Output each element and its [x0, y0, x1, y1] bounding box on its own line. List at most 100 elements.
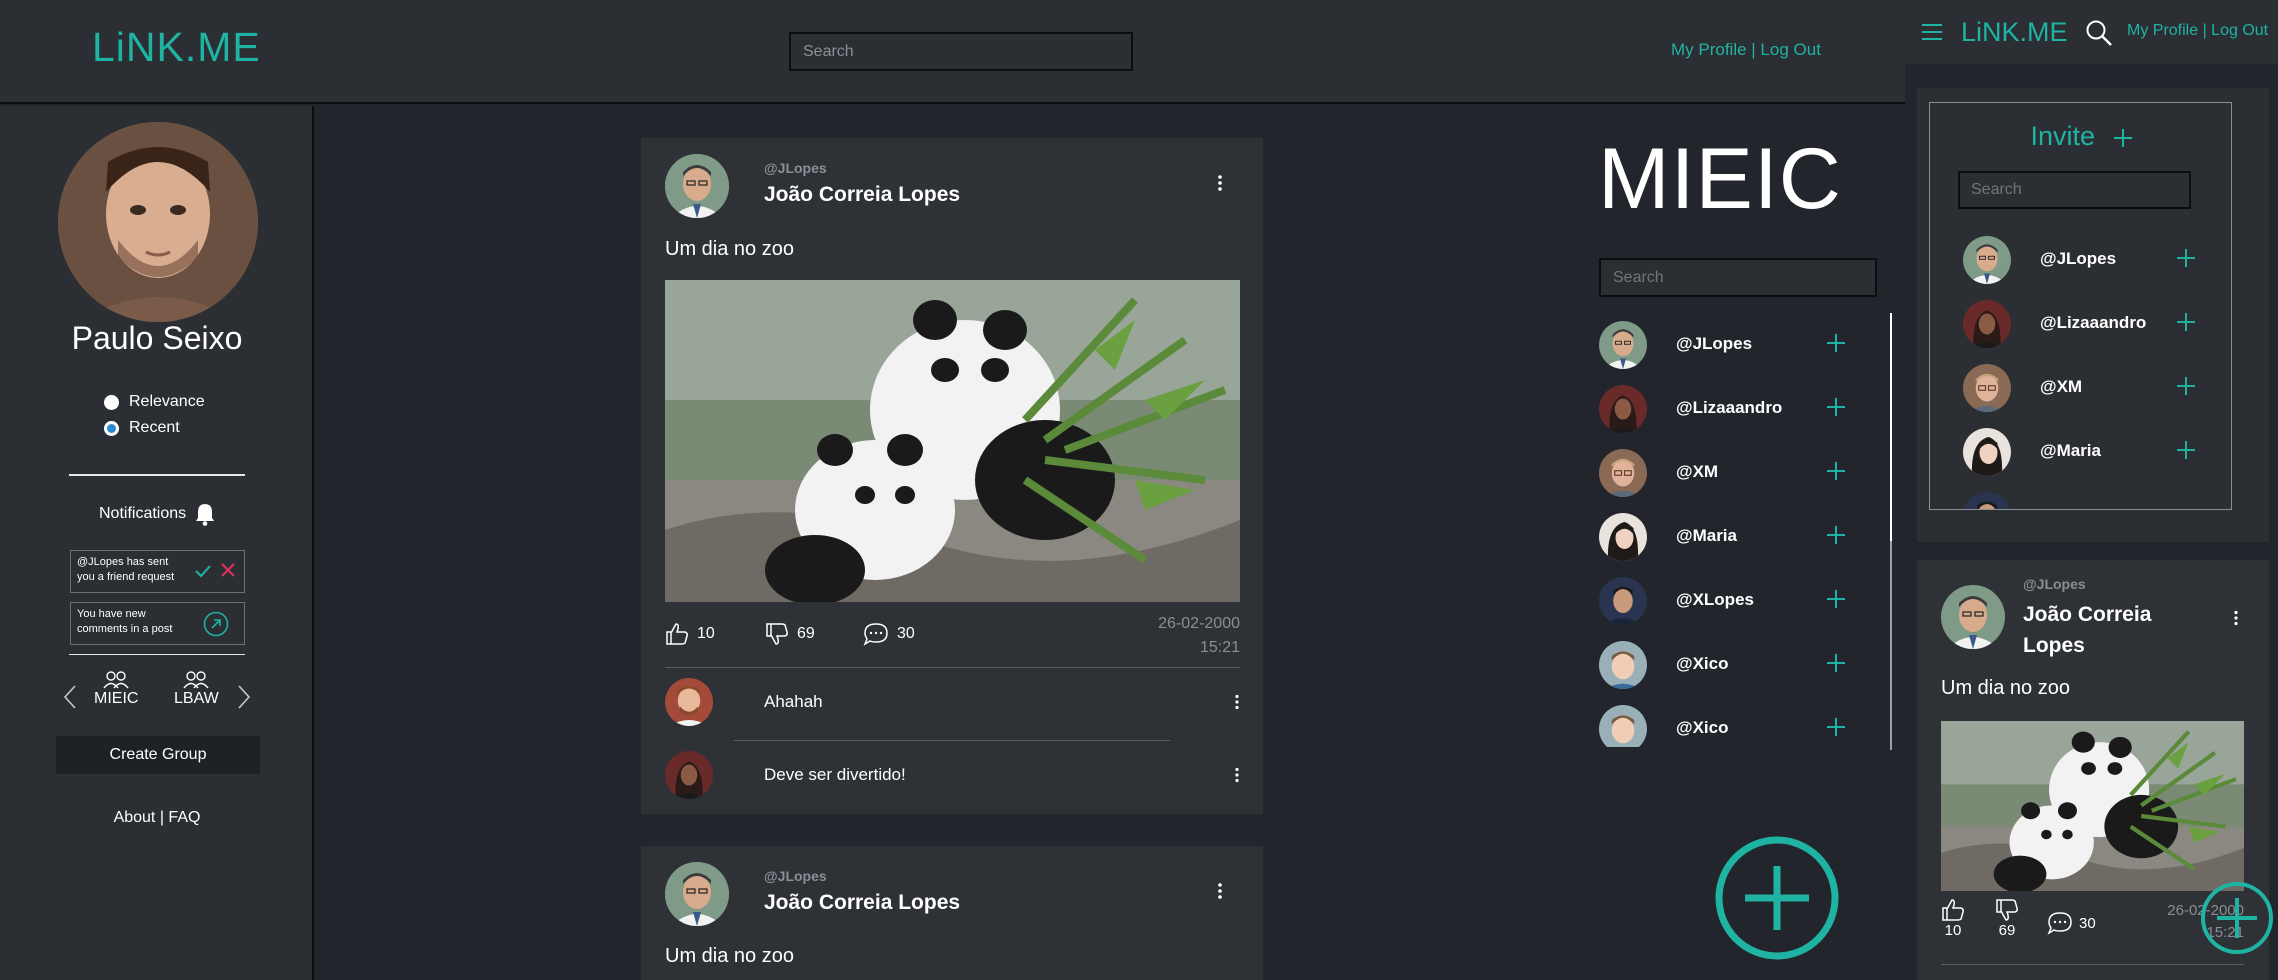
member-handle[interactable]: @Maria	[2040, 441, 2101, 461]
hamburger-menu-icon[interactable]	[1921, 23, 1943, 41]
member-avatar[interactable]	[1963, 300, 2011, 348]
group-label: LBAW	[174, 690, 219, 707]
reject-x-icon[interactable]	[221, 563, 235, 577]
comment-author-avatar[interactable]	[665, 751, 713, 799]
post-author-avatar[interactable]	[665, 154, 729, 218]
group-member-item: @Xico	[1599, 641, 1889, 691]
post-author-avatar[interactable]	[665, 862, 729, 926]
add-plus-icon[interactable]	[1825, 524, 1847, 546]
member-avatar[interactable]	[1963, 492, 2011, 510]
member-avatar[interactable]	[1963, 236, 2011, 284]
member-handle[interactable]: @Xico	[1676, 718, 1728, 738]
mobile-view: LiNK.ME My Profile | Log Out Invite @JLo…	[1905, 0, 2278, 980]
chevron-right-icon[interactable]	[237, 684, 251, 710]
comment-author-avatar[interactable]	[665, 678, 713, 726]
post-author-name[interactable]: João Correia Lopes	[764, 183, 960, 207]
post-author-handle[interactable]: @JLopes	[2023, 576, 2086, 592]
more-options-icon[interactable]	[2233, 610, 2239, 626]
add-plus-icon[interactable]	[2175, 375, 2197, 397]
post-author-name[interactable]: João Correia Lopes	[2023, 599, 2151, 661]
profile-logout-links[interactable]: My Profile | Log Out	[2127, 22, 2268, 40]
sort-recent-label: Recent	[129, 419, 180, 436]
member-avatar[interactable]	[1599, 513, 1647, 561]
member-avatar[interactable]	[1599, 449, 1647, 497]
invite-title[interactable]: Invite	[1930, 121, 2231, 152]
add-plus-icon[interactable]	[1825, 588, 1847, 610]
accept-check-icon[interactable]	[195, 564, 211, 578]
add-plus-icon[interactable]	[2113, 128, 2133, 148]
more-options-icon[interactable]	[1234, 767, 1240, 783]
comments-button[interactable]: 30	[2047, 911, 2096, 935]
member-avatar[interactable]	[1599, 705, 1647, 747]
search-icon[interactable]	[2085, 19, 2113, 47]
post-image[interactable]	[665, 280, 1240, 602]
notifications-header: Notifications	[99, 502, 216, 526]
member-handle[interactable]: @Lizaaandro	[2040, 313, 2146, 333]
invite-search-input[interactable]	[1958, 171, 2191, 209]
dislike-button[interactable]: 69	[1995, 898, 2019, 939]
add-plus-icon[interactable]	[1825, 332, 1847, 354]
logo[interactable]: LiNK.ME	[1961, 17, 2068, 48]
group-link-lbaw[interactable]: LBAW	[174, 670, 219, 708]
add-plus-icon[interactable]	[1825, 716, 1847, 738]
chevron-left-icon[interactable]	[63, 684, 77, 710]
mobile-navbar: LiNK.ME My Profile | Log Out	[1905, 0, 2278, 64]
radio-unselected-icon[interactable]	[104, 394, 119, 410]
create-group-button[interactable]: Create Group	[56, 736, 260, 774]
like-button[interactable]: 10	[1941, 898, 1965, 939]
member-avatar[interactable]	[1599, 385, 1647, 433]
comments-button[interactable]: 30	[863, 622, 915, 646]
comment-text: Ahahah	[764, 692, 823, 711]
member-handle[interactable]: @Maria	[1676, 526, 1737, 546]
add-post-fab-icon[interactable]	[2199, 880, 2275, 956]
comment-count: 30	[2079, 914, 2096, 932]
member-handle[interactable]: @XM	[1676, 462, 1718, 482]
member-handle[interactable]: @Lizaaandro	[1676, 398, 1782, 418]
post-author-name-line: Lopes	[2023, 634, 2085, 657]
member-avatar[interactable]	[1963, 428, 2011, 476]
go-to-arrow-icon[interactable]	[203, 611, 229, 637]
member-list-scroll-thumb[interactable]	[1890, 313, 1892, 541]
about-faq-links[interactable]: About | FAQ	[0, 809, 314, 827]
thumbs-up-icon	[666, 623, 688, 645]
more-options-icon[interactable]	[1217, 882, 1223, 900]
add-plus-icon[interactable]	[1825, 396, 1847, 418]
member-avatar[interactable]	[1599, 641, 1647, 689]
post-author-avatar[interactable]	[1941, 585, 2005, 649]
sort-relevance-radio[interactable]: Relevance	[104, 393, 205, 411]
search-input[interactable]	[789, 32, 1133, 71]
left-sidebar: Paulo Seixo Relevance Recent Notificatio…	[0, 106, 314, 980]
post-author-handle[interactable]: @JLopes	[764, 160, 827, 176]
more-options-icon[interactable]	[1234, 694, 1240, 710]
sort-recent-radio[interactable]: Recent	[104, 419, 180, 437]
group-member-search-input[interactable]	[1599, 258, 1877, 297]
post-author-handle[interactable]: @JLopes	[764, 868, 827, 884]
add-plus-icon[interactable]	[1825, 652, 1847, 674]
profile-logout-links[interactable]: My Profile | Log Out	[1671, 40, 1821, 60]
post-author-name[interactable]: João Correia Lopes	[764, 891, 960, 915]
add-plus-icon[interactable]	[2175, 311, 2197, 333]
add-plus-icon[interactable]	[1825, 460, 1847, 482]
member-handle[interactable]: @XM	[2040, 377, 2082, 397]
radio-selected-icon[interactable]	[104, 420, 119, 436]
group-link-mieic[interactable]: MIEIC	[94, 670, 138, 708]
member-avatar[interactable]	[1599, 577, 1647, 625]
add-post-fab-icon[interactable]	[1715, 836, 1839, 960]
member-handle[interactable]: @Xico	[1676, 654, 1728, 674]
like-button[interactable]: 10	[665, 622, 715, 646]
post-date-day: 26-02-2000	[1158, 615, 1240, 632]
add-plus-icon[interactable]	[2175, 439, 2197, 461]
dislike-button[interactable]: 69	[765, 622, 815, 646]
avatar[interactable]	[58, 122, 258, 322]
member-avatar[interactable]	[1963, 364, 2011, 412]
member-handle[interactable]: @JLopes	[1676, 334, 1752, 354]
post-image[interactable]	[1941, 721, 2244, 891]
more-options-icon[interactable]	[1217, 174, 1223, 192]
member-handle[interactable]: @JLopes	[2040, 249, 2116, 269]
sort-relevance-label: Relevance	[129, 393, 205, 410]
member-handle[interactable]: @XLopes	[1676, 590, 1754, 610]
logo[interactable]: LiNK.ME	[92, 24, 261, 71]
member-avatar[interactable]	[1599, 321, 1647, 369]
add-plus-icon[interactable]	[2175, 247, 2197, 269]
bell-icon[interactable]	[194, 502, 216, 526]
